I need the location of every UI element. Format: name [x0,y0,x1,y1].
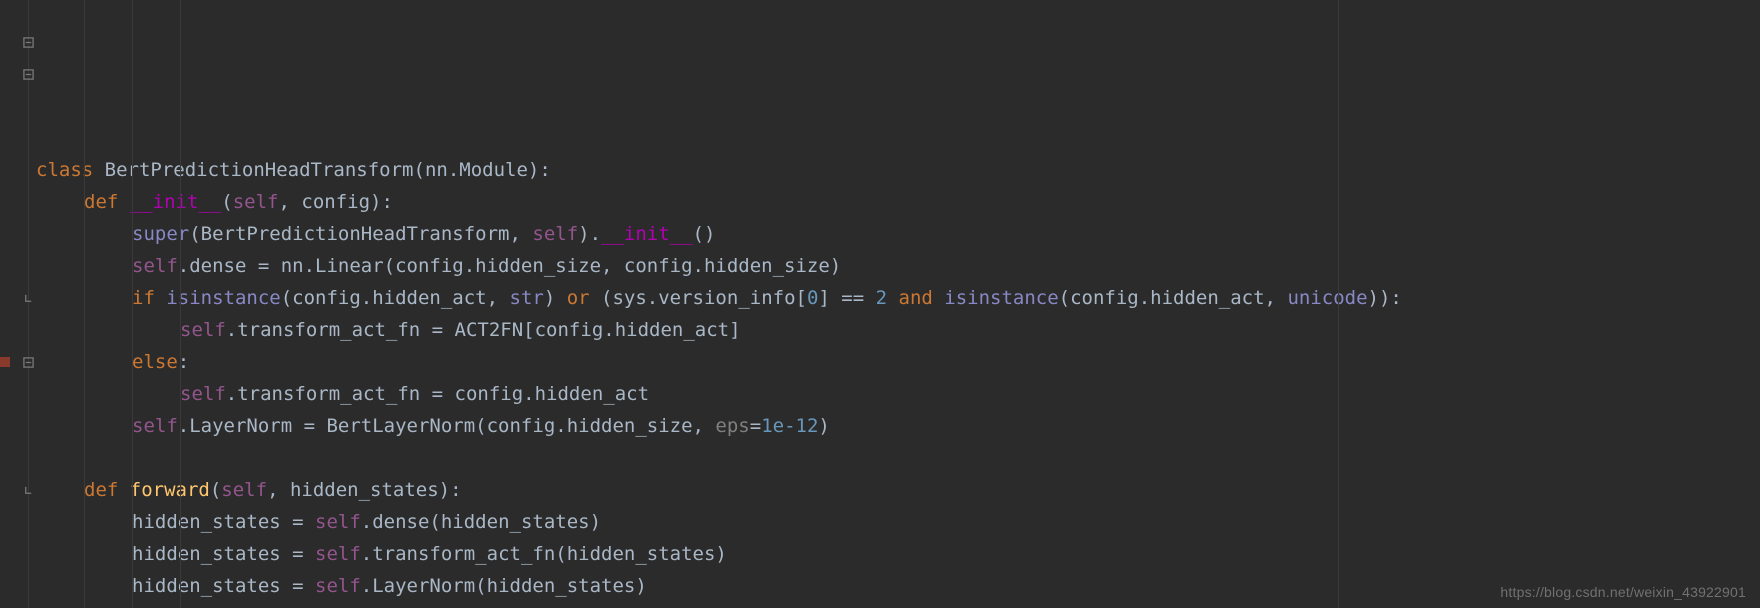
code-token: and [899,287,945,309]
code-line[interactable]: self.dense = nn.Linear(config.hidden_siz… [36,250,1760,282]
code-token: self [180,319,226,341]
code-token: or [567,287,601,309]
code-token: __init__ [130,191,222,213]
code-token: BertPredictionHeadTransform [105,159,414,181]
fold-collapse-icon[interactable] [22,356,35,369]
code-token: self [180,383,226,405]
fold-end-icon [22,484,35,497]
code-token: , config): [279,191,393,213]
code-line[interactable]: def forward(self, hidden_states): [36,474,1760,506]
code-token: str [510,287,544,309]
indent-guide [84,0,85,608]
fold-collapse-icon[interactable] [22,36,35,49]
code-token: self [132,415,178,437]
code-token: if [132,287,166,309]
code-token: self [221,479,267,501]
code-token: hidden_states = [132,511,315,533]
code-token: ( [210,479,221,501]
code-line[interactable]: super(BertPredictionHeadTransform, self)… [36,218,1760,250]
code-token: .transform_act_fn = config.hidden_act [226,383,649,405]
indent-guide [180,0,181,608]
code-token: __init__ [601,223,693,245]
code-line[interactable]: self.LayerNorm = BertLayerNorm(config.hi… [36,410,1760,442]
code-token: def [84,191,130,213]
code-token: = [750,415,761,437]
gutter-change-marker [0,357,10,367]
code-line[interactable]: return hidden_states [36,602,1760,608]
code-token: .dense = nn.Linear(config.hidden_size, c… [178,255,841,277]
code-token: isinstance [166,287,280,309]
code-token: class [36,159,105,181]
code-token: )): [1368,287,1402,309]
code-token: forward [130,479,210,501]
code-line[interactable]: hidden_states = self.transform_act_fn(hi… [36,538,1760,570]
code-token: 2 [876,287,899,309]
code-token: (BertPredictionHeadTransform, [189,223,532,245]
code-token: def [84,479,130,501]
code-token: .transform_act_fn(hidden_states) [361,543,727,565]
fold-end-icon [22,292,35,305]
code-token: ) [544,287,567,309]
code-token: ) [818,415,829,437]
code-token: else [132,351,178,373]
code-token: (sys.version_info[ [601,287,807,309]
code-token: hidden_states = [132,575,315,597]
code-line[interactable]: class BertPredictionHeadTransform(nn.Mod… [36,154,1760,186]
code-token: .LayerNorm = BertLayerNorm(config.hidden… [178,415,716,437]
code-token: .transform_act_fn = ACT2FN[config.hidden… [226,319,741,341]
code-line[interactable]: self.transform_act_fn = ACT2FN[config.hi… [36,314,1760,346]
code-token: ). [578,223,601,245]
ruler-line-1 [1338,0,1339,608]
code-token: self [315,575,361,597]
code-token: 1e-12 [761,415,818,437]
code-token: eps [715,415,749,437]
code-token: self [315,543,361,565]
code-token: self [315,511,361,533]
code-token: (config.hidden_act, [281,287,510,309]
code-token: (nn.Module): [414,159,551,181]
code-area[interactable]: class BertPredictionHeadTransform(nn.Mod… [36,0,1760,608]
code-token: () [693,223,716,245]
code-token: (config.hidden_act, [1059,287,1288,309]
code-token: 0 [807,287,818,309]
code-token: .LayerNorm(hidden_states) [361,575,647,597]
code-token: hidden_states = [132,543,315,565]
code-token: ] == [818,287,875,309]
code-line[interactable] [36,442,1760,474]
code-token: ( [221,191,232,213]
code-token: , hidden_states): [267,479,461,501]
code-line[interactable]: def __init__(self, config): [36,186,1760,218]
code-editor[interactable]: class BertPredictionHeadTransform(nn.Mod… [0,0,1760,608]
watermark-text: https://blog.csdn.net/weixin_43922901 [1500,584,1746,600]
code-line[interactable]: else: [36,346,1760,378]
code-token: .dense(hidden_states) [361,511,601,533]
code-token: unicode [1287,287,1367,309]
code-line[interactable]: self.transform_act_fn = config.hidden_ac… [36,378,1760,410]
code-token [36,447,47,469]
indent-guide [132,0,133,608]
gutter [0,0,36,608]
code-token: isinstance [944,287,1058,309]
code-token: self [532,223,578,245]
fold-collapse-icon[interactable] [22,68,35,81]
code-line[interactable]: if isinstance(config.hidden_act, str) or… [36,282,1760,314]
code-token: self [132,255,178,277]
code-token: self [233,191,279,213]
code-line[interactable]: hidden_states = self.dense(hidden_states… [36,506,1760,538]
